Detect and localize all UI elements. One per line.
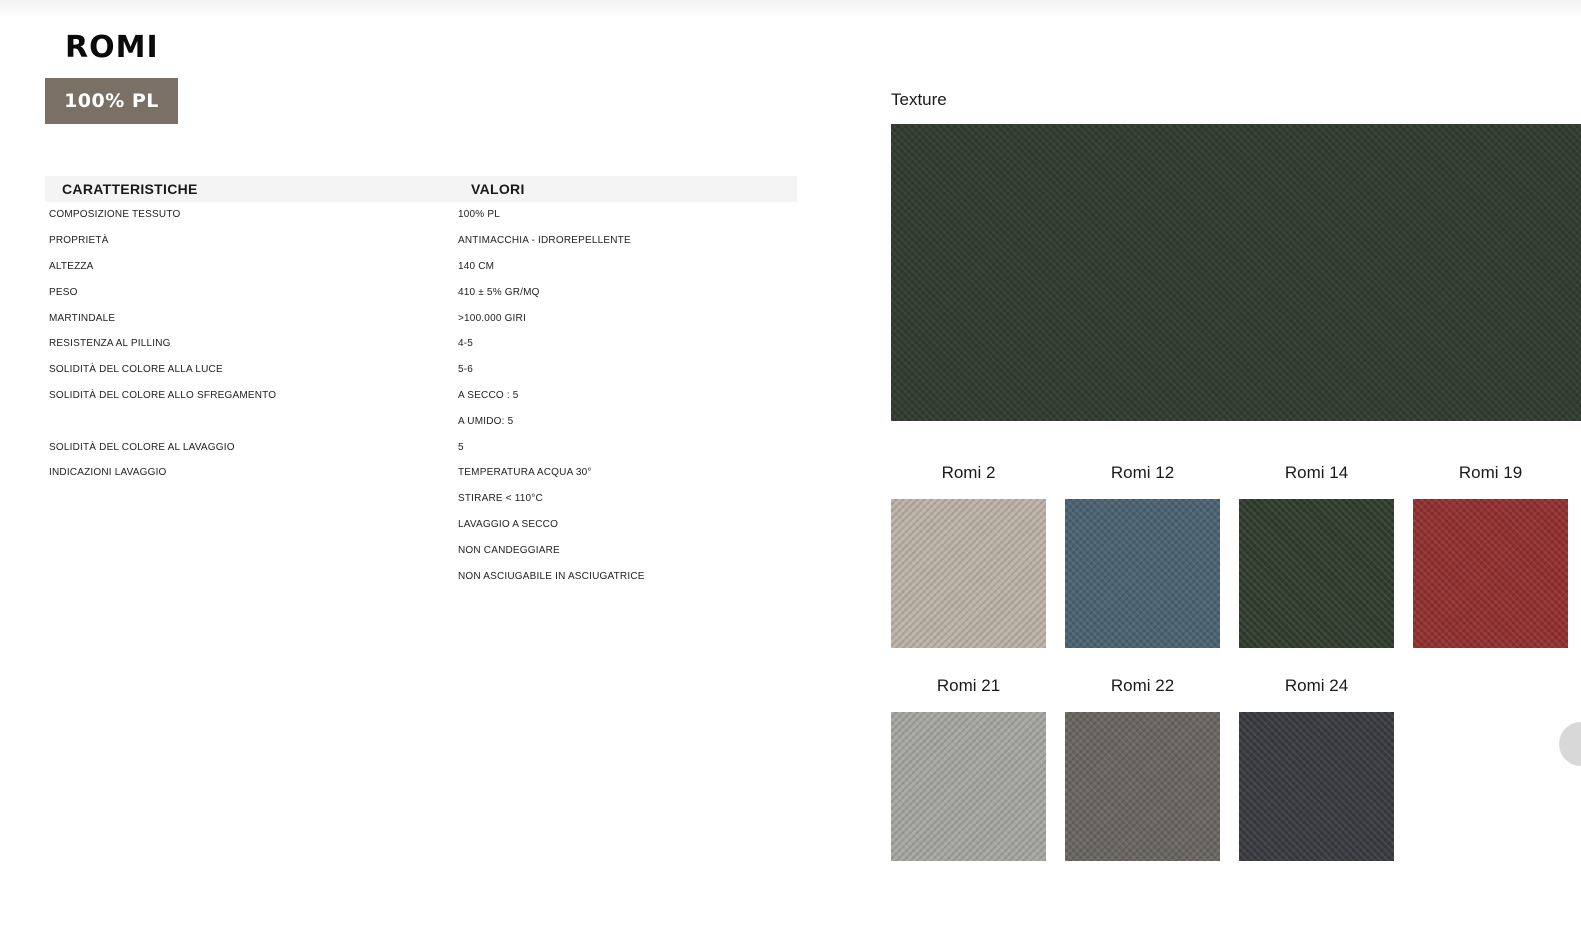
spec-table-header: CARATTERISTICHE VALORI bbox=[45, 176, 797, 202]
texture-label: Texture bbox=[891, 90, 947, 109]
spec-key: Composizione tessuto bbox=[49, 209, 181, 221]
texture-image bbox=[891, 124, 1581, 421]
header-values: VALORI bbox=[471, 181, 525, 197]
spec-value: 410 ± 5% gr/mq bbox=[458, 286, 540, 298]
swatch-label: Romi 12 bbox=[1110, 463, 1175, 482]
composition-badge: 100% PL bbox=[45, 78, 178, 124]
swatch-item[interactable]: Romi 2 bbox=[891, 461, 1046, 648]
spec-row: Composizione tessuto 100% PL bbox=[45, 202, 797, 228]
spec-table: CARATTERISTICHE VALORI Composizione tess… bbox=[45, 176, 797, 589]
spec-key: Solidità del colore al lavaggio bbox=[49, 441, 235, 453]
spec-row: Indicazioni lavaggio Temperatura acqua 30… bbox=[45, 460, 797, 486]
product-title: ROMI bbox=[65, 30, 159, 65]
swatch-item[interactable]: Romi 19 bbox=[1413, 461, 1568, 648]
swatch-image[interactable] bbox=[1239, 499, 1394, 648]
swatch-label: Romi 22 bbox=[1110, 676, 1175, 695]
spec-value: A umido: 5 bbox=[458, 415, 514, 427]
spec-row: Non asciugabile in asciugatrice bbox=[45, 563, 797, 589]
spec-key: Indicazioni lavaggio bbox=[49, 467, 167, 479]
spec-key: Resistenza al pilling bbox=[49, 338, 171, 350]
swatch-label: Romi 19 bbox=[1458, 463, 1523, 482]
spec-value: A secco : 5 bbox=[458, 389, 519, 401]
spec-key: Peso bbox=[49, 286, 78, 298]
spec-key: Proprietà bbox=[49, 235, 109, 247]
spec-row: Peso 410 ± 5% gr/mq bbox=[45, 279, 797, 305]
swatch-item[interactable]: Romi 24 bbox=[1239, 674, 1394, 861]
swatch-item[interactable]: Romi 22 bbox=[1065, 674, 1220, 861]
spec-row: Solidità del colore alla luce 5-6 bbox=[45, 357, 797, 383]
spec-value: Non candeggiare bbox=[458, 544, 560, 556]
spec-row: Martindale >100.000 giri bbox=[45, 305, 797, 331]
spec-row: Solidità del colore allo sfregamento A se… bbox=[45, 383, 797, 409]
spec-row: Resistenza al pilling 4-5 bbox=[45, 331, 797, 357]
swatch-label: Romi 24 bbox=[1284, 676, 1349, 695]
swatch-item[interactable]: Romi 21 bbox=[891, 674, 1046, 861]
spec-value: 5 bbox=[458, 441, 464, 453]
spec-value: Stirare < 110°C bbox=[458, 493, 543, 505]
spec-value: Antimacchia - Idrorepellente bbox=[458, 235, 631, 247]
spec-value: 100% PL bbox=[458, 209, 500, 221]
scroll-next-button[interactable] bbox=[1559, 722, 1581, 766]
spec-value: >100.000 giri bbox=[458, 312, 526, 324]
swatch-label: Romi 14 bbox=[1284, 463, 1349, 482]
swatch-image[interactable] bbox=[1065, 712, 1220, 861]
swatch-image[interactable] bbox=[891, 712, 1046, 861]
swatch-label: Romi 21 bbox=[936, 676, 1001, 695]
spec-row: Lavaggio a secco bbox=[45, 512, 797, 538]
spec-value: 140 cm bbox=[458, 260, 495, 272]
spec-row: Solidità del colore al lavaggio 5 bbox=[45, 434, 797, 460]
swatch-image[interactable] bbox=[1239, 712, 1394, 861]
spec-key: Solidità del colore allo sfregamento bbox=[49, 389, 277, 401]
swatch-item[interactable]: Romi 12 bbox=[1065, 461, 1220, 648]
spec-value: Temperatura acqua 30° bbox=[458, 467, 592, 479]
spec-value: 5-6 bbox=[458, 364, 474, 376]
header-characteristics: CARATTERISTICHE bbox=[62, 181, 198, 197]
spec-row: Stirare < 110°C bbox=[45, 486, 797, 512]
spec-value: Lavaggio a secco bbox=[458, 518, 559, 530]
spec-key: Solidità del colore alla luce bbox=[49, 364, 223, 376]
swatch-image[interactable] bbox=[891, 499, 1046, 648]
swatch-image[interactable] bbox=[1413, 499, 1568, 648]
swatch-image[interactable] bbox=[1065, 499, 1220, 648]
top-shadow bbox=[0, 0, 1581, 18]
spec-row: Proprietà Antimacchia - Idrorepellente bbox=[45, 228, 797, 254]
spec-row: Altezza 140 cm bbox=[45, 254, 797, 280]
swatch-item[interactable]: Romi 14 bbox=[1239, 461, 1394, 648]
spec-key: Martindale bbox=[49, 312, 116, 324]
spec-key: Altezza bbox=[49, 260, 94, 272]
spec-value: 4-5 bbox=[458, 338, 474, 350]
spec-row: Non candeggiare bbox=[45, 537, 797, 563]
spec-value: Non asciugabile in asciugatrice bbox=[458, 570, 645, 582]
swatch-label: Romi 2 bbox=[941, 463, 996, 482]
spec-row: A umido: 5 bbox=[45, 408, 797, 434]
